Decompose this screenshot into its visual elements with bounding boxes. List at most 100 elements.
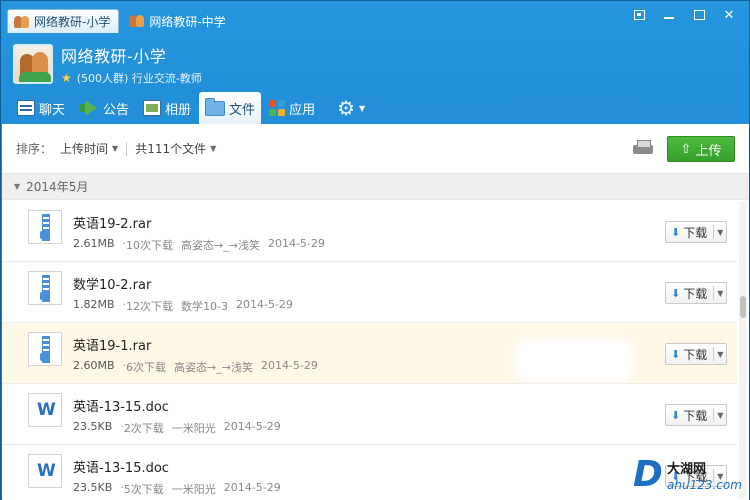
download-label: 下载 bbox=[683, 347, 708, 362]
album-icon bbox=[143, 100, 162, 116]
print-icon[interactable] bbox=[633, 140, 653, 156]
download-arrow-icon: ⬇ bbox=[671, 286, 681, 300]
app-window: 网络教研-小学 网络教研-中学 ✕ 网络教研-小学 ★ (500人群) 行业交流… bbox=[0, 0, 750, 500]
file-size: 1.82MB bbox=[73, 298, 115, 311]
download-count: 2次下载 bbox=[123, 422, 164, 435]
tab-files-label: 文件 bbox=[229, 102, 256, 118]
uploader[interactable]: 一米阳光 bbox=[172, 420, 216, 436]
watermark-url: ahu123.com bbox=[667, 478, 742, 492]
list-item[interactable]: W 英语-13-15.doc 23.5KB · 2次下载 一米阳光 2014-5… bbox=[2, 384, 737, 445]
file-size: 2.60MB bbox=[73, 359, 115, 372]
window-tab-label: 网络教研-中学 bbox=[149, 14, 226, 29]
chevron-down-icon: ▼ bbox=[717, 349, 724, 359]
list-item[interactable]: 英语19-1.rar 2.60MB · 6次下载 高姿态→_→浅笑 2014-5… bbox=[2, 323, 737, 384]
maximize-button[interactable] bbox=[685, 5, 713, 25]
download-button[interactable]: ⬇ 下载 ▼ bbox=[665, 221, 727, 243]
window-tab-primary[interactable]: 网络教研-小学 bbox=[7, 9, 120, 33]
chevron-down-icon: ▼ bbox=[112, 144, 119, 153]
list-item[interactable]: W 英语-13-15.doc 23.5KB · 5次下载 一米阳光 2014-5… bbox=[2, 445, 737, 500]
download-label: 下载 bbox=[683, 225, 708, 240]
download-button[interactable]: ⬇ 下载 ▼ bbox=[665, 343, 727, 365]
upload-date: 2014-5-29 bbox=[260, 359, 318, 372]
upload-button[interactable]: ⇧ 上传 bbox=[667, 136, 735, 162]
files-panel: 排序： 上传时间 ▼ 共111个文件 ▼ ⇧ 上传 ▼ 2014年5月 英语19… bbox=[2, 124, 749, 500]
file-count-dropdown[interactable]: 共111个文件 ▼ bbox=[135, 140, 216, 157]
file-name[interactable]: 数学10-2.rar bbox=[73, 274, 151, 293]
uploader[interactable]: 数学10-3 bbox=[181, 298, 228, 314]
file-name[interactable]: 英语19-2.rar bbox=[73, 213, 151, 232]
upload-date: 2014-5-29 bbox=[236, 298, 293, 311]
file-size: 23.5KB bbox=[73, 481, 113, 494]
restore-button[interactable] bbox=[625, 5, 653, 25]
group-header: 网络教研-小学 ★ (500人群) 行业交流-教师 bbox=[13, 41, 202, 87]
site-watermark: D 大湖网 ahu123.com bbox=[633, 456, 745, 496]
date-group-header[interactable]: ▼ 2014年5月 bbox=[2, 174, 749, 200]
date-group-label: 2014年5月 bbox=[26, 180, 89, 194]
sort-dropdown[interactable]: 上传时间 ▼ bbox=[60, 140, 118, 157]
archive-file-icon bbox=[28, 271, 62, 305]
redacted-area bbox=[522, 346, 626, 374]
window-controls: ✕ bbox=[625, 5, 743, 25]
download-button[interactable]: ⬇ 下载 ▼ bbox=[665, 282, 727, 304]
gear-icon: ⚙ bbox=[337, 96, 356, 120]
chat-icon bbox=[17, 100, 35, 116]
maximize-icon bbox=[693, 10, 705, 20]
word-document-icon: W bbox=[28, 454, 62, 488]
chevron-down-icon: ▼ bbox=[717, 227, 724, 237]
scrollbar-thumb[interactable] bbox=[740, 296, 746, 318]
archive-file-icon bbox=[28, 210, 62, 244]
group-avatar[interactable] bbox=[13, 44, 53, 84]
sort-label: 排序： bbox=[16, 142, 53, 156]
file-name[interactable]: 英语19-1.rar bbox=[73, 335, 151, 354]
chevron-down-icon: ▼ bbox=[359, 103, 366, 113]
group-avatar-icon bbox=[14, 15, 30, 29]
group-info: (500人群) 行业交流-教师 bbox=[76, 71, 202, 85]
list-item[interactable]: 数学10-2.rar 1.82MB · 12次下载 数学10-3 2014-5-… bbox=[2, 262, 737, 323]
uploader[interactable]: 高姿态→_→浅笑 bbox=[181, 237, 260, 253]
watermark-logo: D bbox=[633, 454, 663, 495]
file-size: 23.5KB bbox=[73, 420, 113, 433]
group-avatar-icon bbox=[129, 14, 145, 28]
watermark-name: 大湖网 bbox=[667, 462, 707, 477]
tab-apps[interactable]: 应用 bbox=[263, 92, 321, 124]
close-icon: ✕ bbox=[723, 7, 735, 23]
download-arrow-icon: ⬇ bbox=[671, 408, 681, 422]
minimize-button[interactable] bbox=[655, 5, 683, 25]
chevron-down-icon: ▼ bbox=[210, 144, 217, 153]
chevron-down-icon: ▼ bbox=[717, 410, 724, 420]
window-tab-strip: 网络教研-小学 网络教研-中学 bbox=[7, 7, 238, 33]
settings-menu-button[interactable]: ⚙ ▼ bbox=[331, 92, 371, 124]
window-tab-secondary[interactable]: 网络教研-中学 bbox=[123, 9, 233, 33]
file-size: 2.61MB bbox=[73, 237, 115, 250]
word-document-icon: W bbox=[28, 393, 62, 427]
chevron-down-icon: ▼ bbox=[717, 288, 724, 298]
download-label: 下载 bbox=[683, 408, 708, 423]
apps-icon bbox=[269, 100, 286, 116]
upload-date: 2014-5-29 bbox=[223, 481, 281, 494]
uploader[interactable]: 高姿态→_→浅笑 bbox=[174, 359, 253, 375]
close-button[interactable]: ✕ bbox=[715, 5, 743, 25]
bullhorn-icon bbox=[79, 100, 99, 116]
download-button[interactable]: ⬇ 下载 ▼ bbox=[665, 404, 727, 426]
list-item[interactable]: 英语19-2.rar 2.61MB · 10次下载 高姿态→_→浅笑 2014-… bbox=[2, 201, 737, 262]
download-count: 6次下载 bbox=[126, 361, 167, 374]
star-icon: ★ bbox=[61, 70, 72, 85]
upload-date: 2014-5-29 bbox=[267, 237, 325, 250]
download-arrow-icon: ⬇ bbox=[671, 225, 681, 239]
file-name[interactable]: 英语-13-15.doc bbox=[73, 396, 169, 415]
tab-files[interactable]: 文件 bbox=[199, 92, 262, 124]
collapse-triangle-icon: ▼ bbox=[14, 182, 21, 191]
minimize-icon bbox=[664, 17, 674, 19]
main-nav: 聊天 公告 相册 文件 应用 ⚙ ▼ bbox=[11, 92, 373, 124]
download-arrow-icon: ⬇ bbox=[671, 347, 681, 361]
tab-chat-label: 聊天 bbox=[39, 102, 66, 118]
vertical-scrollbar[interactable] bbox=[739, 201, 747, 499]
group-name[interactable]: 网络教研-小学 bbox=[61, 43, 202, 67]
upload-date: 2014-5-29 bbox=[223, 420, 281, 433]
tab-album[interactable]: 相册 bbox=[137, 92, 197, 124]
uploader[interactable]: 一米阳光 bbox=[172, 481, 216, 497]
file-name[interactable]: 英语-13-15.doc bbox=[73, 457, 169, 476]
tab-chat[interactable]: 聊天 bbox=[11, 92, 71, 124]
tab-announcement[interactable]: 公告 bbox=[73, 92, 135, 124]
download-count: 5次下载 bbox=[123, 483, 164, 496]
